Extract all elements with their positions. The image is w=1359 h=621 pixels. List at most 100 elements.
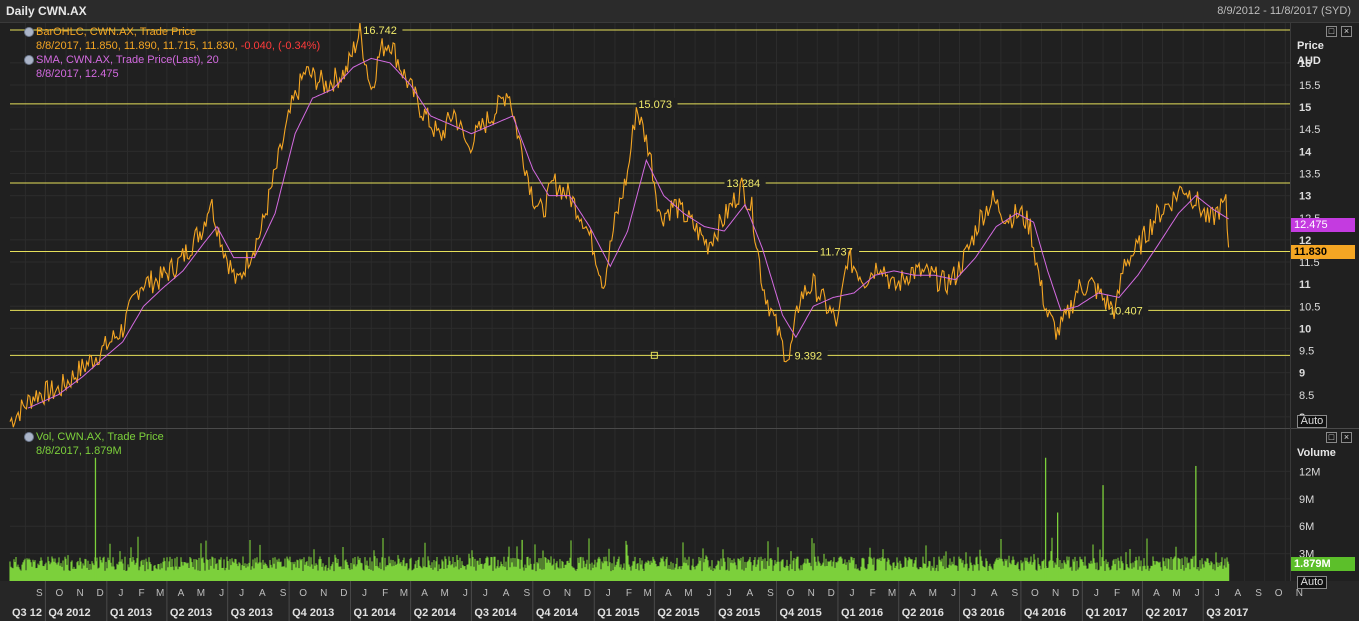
- quarter-tick-label: Q4 2016: [1024, 607, 1066, 619]
- window-title-bar: Daily CWN.AX 8/9/2012 - 11/8/2017 (SYD): [0, 0, 1359, 23]
- month-tick-label: F: [138, 588, 144, 599]
- month-tick-label: D: [1072, 588, 1079, 599]
- month-tick-label: J: [219, 588, 224, 599]
- volume-autoscale-button[interactable]: Auto: [1297, 576, 1327, 589]
- month-tick-label: J: [727, 588, 732, 599]
- month-tick-label: A: [665, 588, 672, 599]
- month-tick-label: M: [1132, 588, 1140, 599]
- month-tick-label: A: [503, 588, 510, 599]
- volume-tick-label: 9M: [1299, 494, 1314, 506]
- month-tick-label: O: [1275, 588, 1283, 599]
- month-tick-label: F: [870, 588, 876, 599]
- month-tick-label: M: [1172, 588, 1180, 599]
- month-tick-label: J: [606, 588, 611, 599]
- volume-panel-close-button[interactable]: ×: [1341, 432, 1352, 443]
- month-tick-label: M: [440, 588, 448, 599]
- month-tick-label: N: [1052, 588, 1059, 599]
- last-price-tag: 11.830: [1291, 245, 1355, 259]
- quarter-tick-label: Q4 2015: [780, 607, 822, 619]
- month-tick-label: S: [280, 588, 287, 599]
- month-tick-label: D: [584, 588, 591, 599]
- month-tick-label: S: [523, 588, 530, 599]
- legend-settings-icon[interactable]: [24, 55, 34, 65]
- price-tick-label: 10.5: [1299, 301, 1320, 313]
- quarter-tick-label: Q3 2016: [962, 607, 1004, 619]
- month-tick-label: A: [1153, 588, 1160, 599]
- quarter-tick-label: Q3 2017: [1206, 607, 1248, 619]
- quarter-tick-label: Q2 2016: [902, 607, 944, 619]
- quarter-tick-label: Q4 2014: [536, 607, 579, 619]
- level-label: 16.742: [363, 25, 397, 37]
- month-tick-label: S: [767, 588, 774, 599]
- price-tick-label: 14.5: [1299, 124, 1320, 136]
- legend-settings-icon[interactable]: [24, 432, 34, 442]
- volume-legend-value: 8/8/2017, 1.879M: [36, 445, 122, 457]
- price-tick-label: 8.5: [1299, 390, 1314, 402]
- price-tick-label: 9.5: [1299, 346, 1314, 358]
- month-tick-label: O: [543, 588, 551, 599]
- month-tick-label: J: [239, 588, 244, 599]
- month-tick-label: M: [643, 588, 651, 599]
- month-tick-label: A: [421, 588, 428, 599]
- month-tick-label: A: [991, 588, 998, 599]
- quarter-tick-label: Q1 2016: [841, 607, 883, 619]
- ohlc-legend-change: -0.040, (-0.34%): [240, 40, 321, 52]
- month-tick-label: J: [707, 588, 712, 599]
- volume-tick-label: 12M: [1299, 466, 1320, 478]
- month-tick-label: O: [1031, 588, 1039, 599]
- quarter-tick-label: Q4 2013: [292, 607, 334, 619]
- price-panel-restore-button[interactable]: □: [1326, 26, 1337, 37]
- price-axis-title: Price: [1297, 40, 1324, 52]
- price-tick-label: 9: [1299, 368, 1305, 380]
- month-tick-label: O: [299, 588, 307, 599]
- month-tick-label: S: [36, 588, 43, 599]
- month-tick-label: J: [463, 588, 468, 599]
- quarter-tick-label: Q1 2014: [354, 607, 397, 619]
- month-tick-label: F: [382, 588, 388, 599]
- price-tick-label: 10: [1299, 323, 1311, 335]
- level-label: 11.737: [820, 247, 853, 259]
- month-tick-label: F: [1114, 588, 1120, 599]
- chart-area[interactable]: SONDJFMAMJJASONDJFMAMJJASONDJFMAMJJASOND…: [0, 23, 1359, 621]
- month-tick-label: J: [951, 588, 956, 599]
- price-autoscale-button[interactable]: Auto: [1297, 415, 1327, 428]
- month-tick-label: J: [849, 588, 854, 599]
- quarter-tick-label: Q1 2015: [597, 607, 639, 619]
- price-tick-label: 13: [1299, 191, 1311, 203]
- month-tick-label: J: [118, 588, 123, 599]
- quarter-tick-label: Q3 12: [12, 607, 42, 619]
- month-tick-label: S: [1012, 588, 1019, 599]
- price-axis-unit: AUD: [1297, 55, 1321, 67]
- month-tick-label: N: [1296, 588, 1303, 599]
- quarter-tick-label: Q2 2017: [1145, 607, 1187, 619]
- level-label: 9.392: [795, 350, 823, 362]
- month-tick-label: D: [97, 588, 104, 599]
- month-tick-label: D: [340, 588, 347, 599]
- ohlc-legend-values: 8/8/2017, 11.850, 11.890, 11.715, 11.830…: [36, 40, 320, 52]
- month-tick-label: J: [1094, 588, 1099, 599]
- price-tick-label: 15: [1299, 102, 1311, 114]
- month-tick-label: J: [362, 588, 367, 599]
- volume-panel-restore-button[interactable]: □: [1326, 432, 1337, 443]
- month-tick-label: J: [1215, 588, 1220, 599]
- month-tick-label: F: [626, 588, 632, 599]
- volume-panel-background: [0, 429, 1359, 581]
- quarter-tick-label: Q2 2014: [414, 607, 457, 619]
- month-tick-label: M: [197, 588, 205, 599]
- month-tick-label: M: [888, 588, 896, 599]
- month-tick-label: S: [1255, 588, 1262, 599]
- month-tick-label: M: [684, 588, 692, 599]
- month-tick-label: N: [320, 588, 327, 599]
- price-panel-close-button[interactable]: ×: [1341, 26, 1352, 37]
- price-tick-label: 14: [1299, 146, 1312, 158]
- chart-title: Daily CWN.AX: [6, 4, 87, 18]
- quarter-tick-label: Q3 2013: [231, 607, 273, 619]
- volume-tick-label: 6M: [1299, 521, 1314, 533]
- quarter-tick-label: Q2 2015: [657, 607, 699, 619]
- ohlc-legend-prices: 8/8/2017, 11.850, 11.890, 11.715, 11.830…: [36, 40, 241, 52]
- ohlc-legend-label: BarOHLC, CWN.AX, Trade Price: [36, 26, 197, 38]
- month-tick-label: J: [1195, 588, 1200, 599]
- month-tick-label: N: [564, 588, 571, 599]
- price-tick-label: 11: [1299, 279, 1311, 291]
- legend-settings-icon[interactable]: [24, 27, 34, 37]
